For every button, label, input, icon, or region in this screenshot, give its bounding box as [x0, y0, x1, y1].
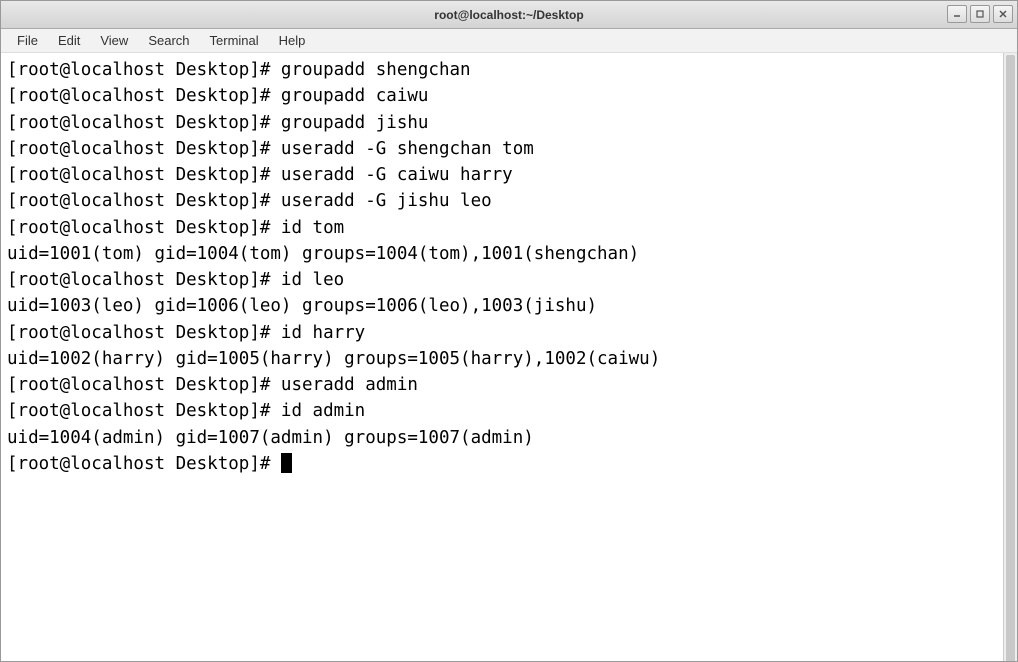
- window-title: root@localhost:~/Desktop: [434, 8, 583, 22]
- terminal-line: uid=1003(leo) gid=1006(leo) groups=1006(…: [7, 293, 1011, 319]
- terminal-line: uid=1001(tom) gid=1004(tom) groups=1004(…: [7, 241, 1011, 267]
- terminal-line: [root@localhost Desktop]# id tom: [7, 215, 1011, 241]
- terminal-line: [root@localhost Desktop]# groupadd jishu: [7, 110, 1011, 136]
- menu-terminal[interactable]: Terminal: [200, 31, 269, 50]
- terminal-line: [root@localhost Desktop]# useradd -G jis…: [7, 188, 1011, 214]
- terminal-line: uid=1002(harry) gid=1005(harry) groups=1…: [7, 346, 1011, 372]
- terminal-line: [root@localhost Desktop]# id admin: [7, 398, 1011, 424]
- cursor: [281, 453, 292, 473]
- terminal-line: [root@localhost Desktop]# useradd -G she…: [7, 136, 1011, 162]
- close-icon: [998, 9, 1008, 19]
- terminal-line: [root@localhost Desktop]# useradd -G cai…: [7, 162, 1011, 188]
- terminal-line: uid=1004(admin) gid=1007(admin) groups=1…: [7, 425, 1011, 451]
- menu-view[interactable]: View: [90, 31, 138, 50]
- window-controls: [947, 5, 1013, 23]
- minimize-button[interactable]: [947, 5, 967, 23]
- terminal-window: root@localhost:~/Desktop File Edit View …: [0, 0, 1018, 662]
- titlebar: root@localhost:~/Desktop: [1, 1, 1017, 29]
- menu-search[interactable]: Search: [138, 31, 199, 50]
- terminal-body[interactable]: [root@localhost Desktop]# groupadd sheng…: [1, 53, 1017, 661]
- close-button[interactable]: [993, 5, 1013, 23]
- minimize-icon: [952, 9, 962, 19]
- terminal-line: [root@localhost Desktop]#: [7, 451, 1011, 477]
- menu-file[interactable]: File: [7, 31, 48, 50]
- terminal-content[interactable]: [root@localhost Desktop]# groupadd sheng…: [7, 57, 1011, 477]
- maximize-icon: [975, 9, 985, 19]
- terminal-line: [root@localhost Desktop]# id leo: [7, 267, 1011, 293]
- scrollbar[interactable]: [1003, 53, 1017, 661]
- terminal-line: [root@localhost Desktop]# groupadd sheng…: [7, 57, 1011, 83]
- prompt: [root@localhost Desktop]#: [7, 454, 281, 474]
- terminal-line: [root@localhost Desktop]# useradd admin: [7, 372, 1011, 398]
- menubar: File Edit View Search Terminal Help: [1, 29, 1017, 53]
- scrollbar-thumb[interactable]: [1006, 55, 1015, 661]
- terminal-line: [root@localhost Desktop]# groupadd caiwu: [7, 83, 1011, 109]
- terminal-line: [root@localhost Desktop]# id harry: [7, 320, 1011, 346]
- menu-edit[interactable]: Edit: [48, 31, 90, 50]
- menu-help[interactable]: Help: [269, 31, 316, 50]
- maximize-button[interactable]: [970, 5, 990, 23]
